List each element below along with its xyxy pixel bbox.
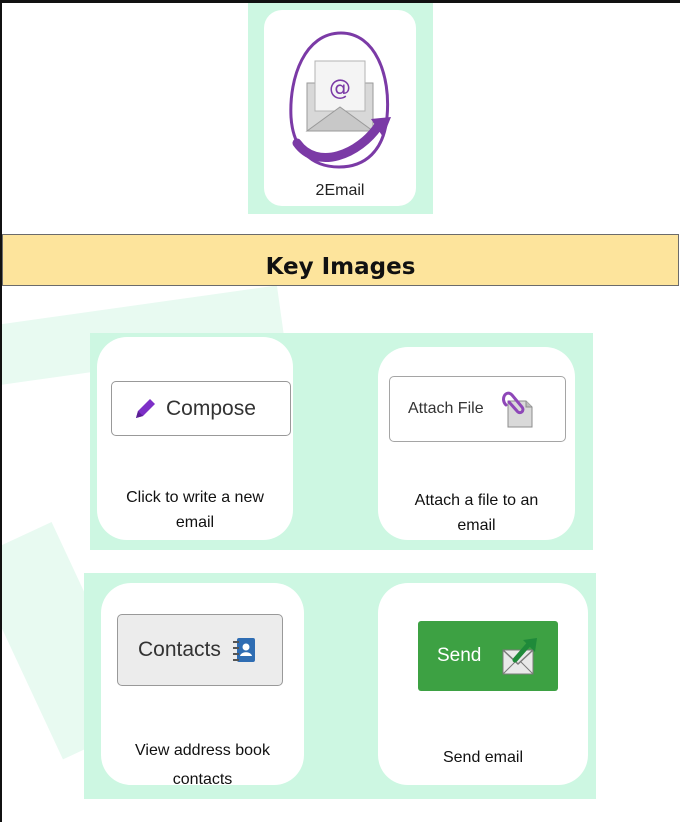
attach-file-card: Attach File Attach a file to an email: [378, 347, 575, 540]
svg-text:@: @: [329, 76, 351, 101]
compose-button-label: Compose: [166, 396, 256, 420]
banner-title: Key Images: [265, 254, 416, 280]
key-images-group-1: Compose Click to write a new email Attac…: [90, 333, 593, 550]
address-book-icon: [231, 636, 257, 664]
key-images-group-2: Contacts View address book contacts Send: [84, 573, 596, 799]
contacts-button[interactable]: Contacts: [117, 614, 283, 686]
attach-file-caption-line1: Attach a file to an: [414, 492, 539, 509]
compose-button[interactable]: Compose: [111, 381, 291, 436]
envelope-arrow-icon: [499, 634, 541, 678]
app-logo-panel: @ 2Email: [248, 3, 433, 214]
send-button[interactable]: Send: [418, 621, 558, 691]
attach-file-caption-line2: email: [457, 517, 496, 534]
send-caption-line1: Send email: [442, 749, 524, 766]
contacts-button-label: Contacts: [138, 638, 221, 661]
app-logo-card[interactable]: @ 2Email: [264, 10, 416, 206]
contacts-card: Contacts View address book contacts: [101, 583, 304, 788]
pencil-icon: [132, 396, 158, 422]
compose-caption-line2: email: [175, 514, 215, 531]
contacts-caption-line2: contacts: [172, 771, 233, 788]
compose-caption-line1: Click to write a new: [126, 489, 264, 506]
key-images-banner: Key Images: [2, 234, 679, 286]
compose-card: Compose Click to write a new email: [97, 337, 293, 540]
send-card: Send Send email: [378, 583, 588, 785]
left-border: [0, 0, 2, 822]
paperclip-file-icon: [498, 387, 536, 431]
attach-file-button-label: Attach File: [408, 400, 484, 417]
attach-file-button[interactable]: Attach File: [389, 376, 566, 442]
app-name: 2Email: [315, 182, 365, 199]
contacts-caption-line1: View address book: [135, 742, 270, 759]
send-button-label: Send: [437, 645, 482, 666]
email-app-icon: @: [289, 31, 391, 169]
